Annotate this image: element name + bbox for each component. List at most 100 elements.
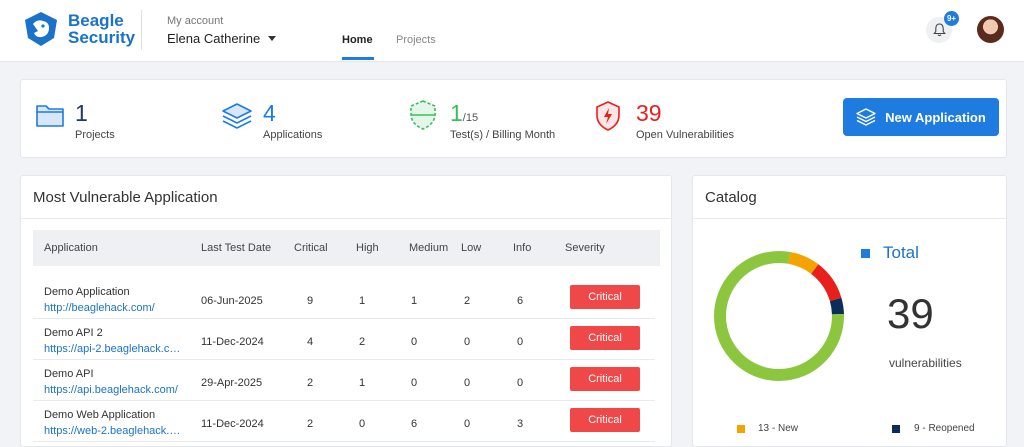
donut-segment — [714, 251, 844, 381]
app-name[interactable]: Demo API 2 — [44, 327, 103, 339]
low-count: 0 — [463, 418, 471, 430]
severity-badge: Critical — [570, 326, 640, 350]
catalog-panel: Catalog Total 39 vulnerabilities 13 - Ne… — [692, 175, 1007, 447]
legend-new-swatch — [737, 425, 745, 433]
brand-logo[interactable]: Beagle Security — [22, 10, 135, 48]
legend-new-label: 13 - New — [758, 423, 799, 434]
brand-name: Beagle Security — [68, 12, 135, 46]
vulnerabilities-count: 39 — [636, 100, 662, 126]
severity-badge: Critical — [570, 408, 640, 432]
layers-icon — [222, 103, 252, 129]
summary-stats-bar: 1 Projects 4 Applications 1/15 Test(s) /… — [20, 79, 1007, 158]
medium-count: 6 — [410, 418, 418, 430]
account-name: Elena Catherine — [167, 31, 261, 46]
caret-down-icon[interactable] — [268, 36, 277, 41]
column-header-info[interactable]: Info — [513, 242, 531, 254]
tests-label: Test(s) / Billing Month — [450, 129, 556, 141]
critical-count: 9 — [306, 295, 314, 307]
vulnerabilities-label: Open Vulnerabilities — [636, 129, 735, 141]
last-test-date: 11-Dec-2024 — [201, 418, 264, 430]
app-name[interactable]: Demo API — [44, 368, 94, 380]
panel-divider — [21, 218, 671, 219]
last-test-date: 29-Apr-2025 — [201, 377, 263, 389]
applications-label: Applications — [263, 129, 323, 141]
critical-count: 4 — [306, 336, 314, 348]
beagle-logo-icon — [25, 12, 57, 46]
column-header-severity[interactable]: Severity — [565, 242, 605, 254]
column-header-low[interactable]: Low — [461, 242, 481, 254]
table-row[interactable]: Demo API 2 https://api-2.beaglehack.co..… — [33, 319, 655, 360]
info-count: 6 — [516, 295, 524, 307]
shield-check-icon — [410, 100, 436, 130]
donut-segment — [714, 251, 844, 381]
high-count: 0 — [358, 418, 366, 430]
most-vulnerable-title: Most Vulnerable Application — [33, 189, 218, 206]
low-count: 0 — [463, 336, 471, 348]
info-count: 0 — [516, 377, 524, 389]
app-url-link[interactable]: https://web-2.beaglehack.c... — [44, 425, 184, 437]
low-count: 0 — [463, 377, 471, 389]
donut-segment — [714, 251, 844, 381]
table-header: Application Last Test Date Critical High… — [33, 230, 660, 266]
severity-badge: Critical — [570, 285, 640, 309]
app-url-link[interactable]: http://beaglehack.com/ — [44, 302, 155, 314]
tests-value: 1 — [450, 100, 463, 126]
projects-label: Projects — [75, 129, 115, 141]
info-count: 0 — [516, 336, 524, 348]
column-header-application[interactable]: Application — [44, 242, 98, 254]
app-url-link[interactable]: https://api-2.beaglehack.co... — [44, 343, 184, 355]
high-count: 2 — [358, 336, 366, 348]
critical-count: 2 — [306, 418, 314, 430]
column-header-critical[interactable]: Critical — [294, 242, 328, 254]
active-tab-indicator — [342, 57, 374, 60]
column-header-high[interactable]: High — [356, 242, 379, 254]
app-url-link[interactable]: https://api.beaglehack.com/ — [44, 384, 178, 396]
total-value: 39 — [887, 290, 934, 337]
account-switcher[interactable]: My account Elena Catherine — [167, 15, 277, 46]
critical-count: 2 — [306, 377, 314, 389]
user-avatar[interactable] — [977, 16, 1004, 43]
table-row[interactable]: Demo API https://api.beaglehack.com/ 29-… — [33, 360, 655, 401]
last-test-date: 06-Jun-2025 — [201, 295, 263, 307]
high-count: 1 — [358, 377, 366, 389]
low-count: 2 — [463, 295, 471, 307]
total-marker-icon — [861, 249, 870, 258]
column-header-medium[interactable]: Medium — [409, 242, 448, 254]
column-header-last-test-date[interactable]: Last Test Date — [201, 242, 271, 254]
last-test-date: 11-Dec-2024 — [201, 336, 264, 348]
legend-reopened-swatch — [892, 425, 900, 433]
account-label: My account — [167, 15, 224, 27]
applications-count: 4 — [263, 100, 276, 126]
brand-line2: Security — [68, 28, 136, 47]
catalog-title: Catalog — [705, 189, 757, 206]
table-row[interactable]: Demo Web Application https://web-2.beagl… — [33, 401, 655, 442]
top-header: Beagle Security My account Elena Catheri… — [0, 0, 1024, 62]
legend-reopened-label: 9 - Reopened — [914, 423, 975, 434]
new-application-button[interactable]: New Application — [843, 98, 999, 136]
header-divider — [141, 10, 142, 50]
bell-icon — [932, 23, 946, 37]
tests-limit: /15 — [462, 112, 479, 124]
account-name-row[interactable]: Elena Catherine — [167, 31, 277, 46]
medium-count: 1 — [410, 295, 418, 307]
tab-home[interactable]: Home — [342, 34, 373, 46]
most-vulnerable-panel: Most Vulnerable Application Application … — [20, 175, 672, 447]
brand-line1: Beagle — [68, 11, 124, 30]
panel-divider — [693, 218, 1006, 219]
total-label: Total — [883, 243, 919, 262]
folder-icon — [36, 105, 64, 127]
table-row[interactable]: Demo Application http://beaglehack.com/ … — [33, 278, 655, 319]
notification-count-badge: 9+ — [944, 11, 959, 26]
medium-count: 0 — [410, 336, 418, 348]
app-name[interactable]: Demo Web Application — [44, 409, 155, 421]
tests-count: 1/15 — [450, 100, 478, 127]
medium-count: 0 — [410, 377, 418, 389]
tab-projects[interactable]: Projects — [396, 34, 436, 46]
catalog-donut-chart — [714, 251, 844, 381]
layers-icon — [856, 108, 876, 126]
high-count: 1 — [358, 295, 366, 307]
new-application-label: New Application — [885, 109, 986, 125]
app-name[interactable]: Demo Application — [44, 286, 130, 298]
total-unit: vulnerabilities — [889, 356, 962, 370]
severity-badge: Critical — [570, 367, 640, 391]
